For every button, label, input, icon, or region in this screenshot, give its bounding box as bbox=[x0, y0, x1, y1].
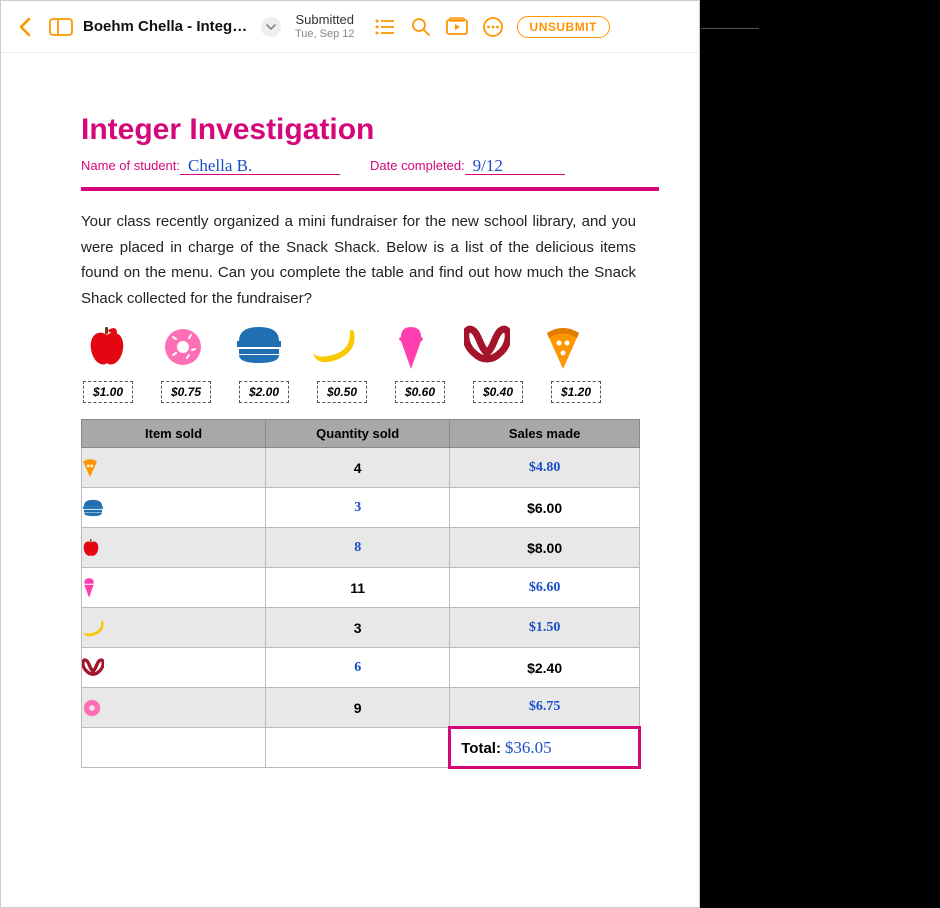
sales-cell: $6.75 bbox=[450, 688, 640, 728]
qty-cell: 6 bbox=[266, 648, 450, 688]
price-box: $0.40 bbox=[473, 381, 523, 403]
table-row: 6 $2.40 bbox=[82, 648, 640, 688]
unsubmit-button[interactable]: UNSUBMIT bbox=[517, 16, 610, 38]
total-cell: Total: $36.05 bbox=[450, 728, 640, 768]
pizza-icon bbox=[539, 325, 587, 371]
submitted-label: Submitted bbox=[295, 13, 355, 27]
pretzel-icon bbox=[463, 325, 511, 371]
worksheet-title: Integer Investigation bbox=[81, 113, 659, 147]
price-box: $0.60 bbox=[395, 381, 445, 403]
qty-cell: 9 bbox=[266, 688, 450, 728]
qty-cell: 3 bbox=[266, 488, 450, 528]
document-title: Boehm Chella - Integers I... bbox=[83, 18, 253, 35]
table-row: 11 $6.60 bbox=[82, 568, 640, 608]
price-box: $1.00 bbox=[83, 381, 133, 403]
name-value: Chella B. bbox=[180, 157, 340, 175]
col-sales: Sales made bbox=[450, 420, 640, 448]
snack-icons-row bbox=[81, 325, 659, 371]
total-value: $36.05 bbox=[505, 738, 552, 757]
item-cell bbox=[82, 648, 266, 688]
intro-text: Your class recently organized a mini fun… bbox=[81, 209, 636, 311]
submitted-date: Tue, Sep 12 bbox=[295, 28, 355, 40]
item-cell bbox=[82, 488, 266, 528]
sales-table: Item sold Quantity sold Sales made 4 $4.… bbox=[81, 419, 641, 769]
divider bbox=[81, 187, 659, 191]
icecream-icon bbox=[387, 325, 435, 371]
document-page: Integer Investigation Name of student: C… bbox=[1, 53, 699, 789]
banana-icon bbox=[311, 325, 359, 371]
table-row: 8 $8.00 bbox=[82, 528, 640, 568]
presentation-icon[interactable] bbox=[441, 11, 473, 43]
item-cell bbox=[82, 568, 266, 608]
price-box: $0.50 bbox=[317, 381, 367, 403]
outline-icon[interactable] bbox=[369, 11, 401, 43]
col-item: Item sold bbox=[82, 420, 266, 448]
table-total-row: Total: $36.05 bbox=[82, 728, 640, 768]
qty-cell: 4 bbox=[266, 448, 450, 488]
item-cell bbox=[82, 528, 266, 568]
date-value: 9/12 bbox=[465, 157, 565, 175]
date-label: Date completed: bbox=[370, 158, 465, 175]
callout-line bbox=[701, 28, 759, 29]
panels-icon[interactable] bbox=[45, 11, 77, 43]
table-row: 3 $1.50 bbox=[82, 608, 640, 648]
sales-cell: $8.00 bbox=[450, 528, 640, 568]
burger-icon bbox=[235, 325, 283, 371]
price-box: $1.20 bbox=[551, 381, 601, 403]
sales-cell: $2.40 bbox=[450, 648, 640, 688]
qty-cell: 8 bbox=[266, 528, 450, 568]
price-box: $2.00 bbox=[239, 381, 289, 403]
toolbar: Boehm Chella - Integers I... Submitted T… bbox=[1, 1, 699, 53]
empty-cell bbox=[82, 728, 266, 768]
name-label: Name of student: bbox=[81, 158, 180, 175]
price-row: $1.00 $0.75 $2.00 $0.50 $0.60 $0.40 $1.2… bbox=[81, 381, 659, 403]
qty-cell: 11 bbox=[266, 568, 450, 608]
search-icon[interactable] bbox=[405, 11, 437, 43]
table-row: 9 $6.75 bbox=[82, 688, 640, 728]
item-cell bbox=[82, 448, 266, 488]
empty-cell bbox=[266, 728, 450, 768]
sales-cell: $6.60 bbox=[450, 568, 640, 608]
more-icon[interactable] bbox=[477, 11, 509, 43]
total-label: Total: bbox=[461, 740, 501, 757]
donut-icon bbox=[159, 325, 207, 371]
back-icon[interactable] bbox=[9, 11, 41, 43]
sales-cell: $1.50 bbox=[450, 608, 640, 648]
item-cell bbox=[82, 688, 266, 728]
table-row: 4 $4.80 bbox=[82, 448, 640, 488]
sales-cell: $4.80 bbox=[450, 448, 640, 488]
price-box: $0.75 bbox=[161, 381, 211, 403]
col-qty: Quantity sold bbox=[266, 420, 450, 448]
sales-cell: $6.00 bbox=[450, 488, 640, 528]
apple-icon bbox=[83, 325, 131, 371]
qty-cell: 3 bbox=[266, 608, 450, 648]
item-cell bbox=[82, 608, 266, 648]
table-row: 3 $6.00 bbox=[82, 488, 640, 528]
doc-menu-chevron-icon[interactable] bbox=[261, 17, 281, 37]
submitted-status: Submitted Tue, Sep 12 bbox=[295, 13, 355, 39]
